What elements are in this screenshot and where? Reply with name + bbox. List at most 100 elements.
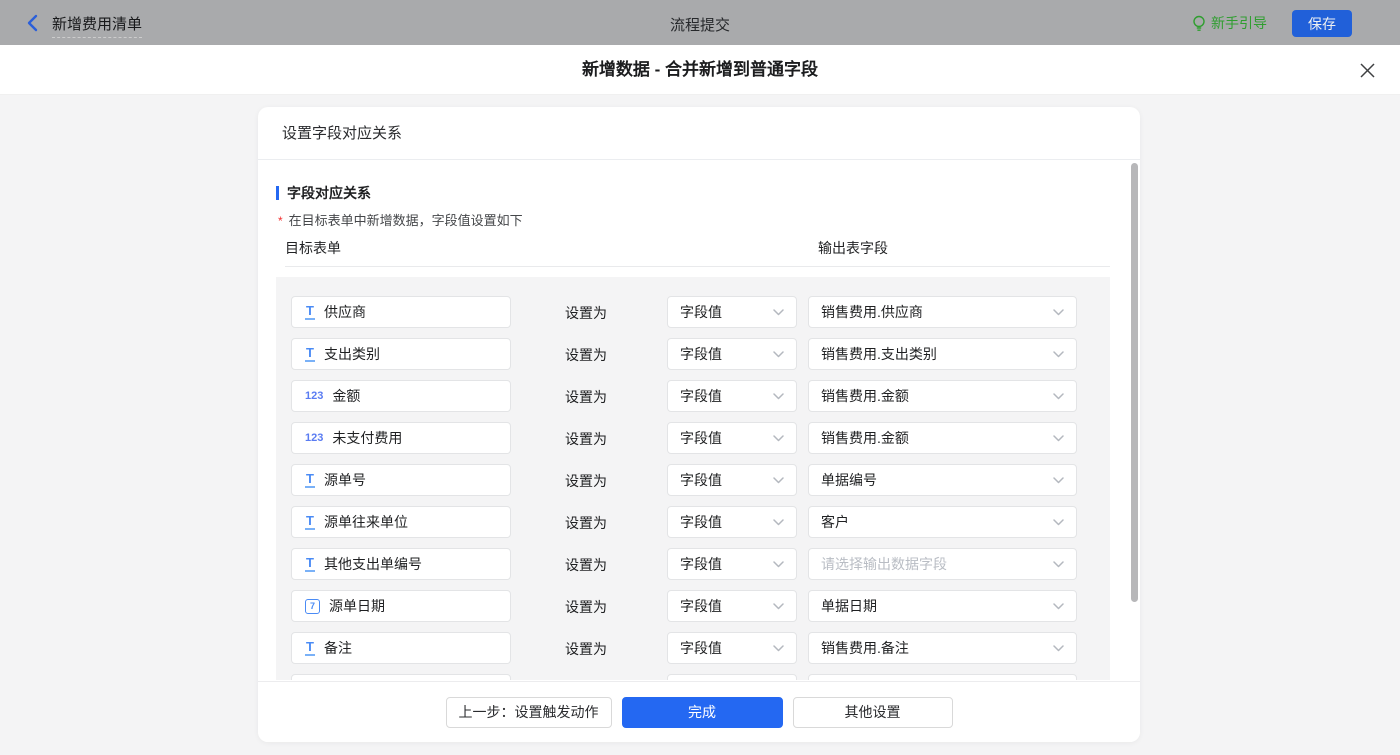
field-mapping-card: 设置字段对应关系 字段对应关系 * 在目标表单中新增数据，字段值设置如下 目标表单… [258, 107, 1140, 742]
required-asterisk: * [278, 214, 283, 228]
previous-step-button[interactable]: 上一步：设置触发动作 [445, 696, 612, 728]
section-heading: 字段对应关系 [276, 183, 371, 203]
value-type-selected: 字段值 [680, 472, 722, 488]
target-field-box[interactable]: T 其他支出单编号 [291, 548, 511, 580]
chevron-down-icon [1053, 308, 1064, 315]
value-type-dropdown[interactable] [667, 674, 797, 680]
scrollbar-thumb[interactable] [1131, 163, 1138, 602]
target-field-label: 金额 [332, 388, 361, 404]
set-as-label: 设置为 [565, 557, 607, 573]
text-field-icon: T [305, 513, 315, 530]
target-field-label: 支出类别 [323, 346, 380, 362]
chevron-down-icon [1053, 476, 1064, 483]
target-field-label: 未支付费用 [332, 430, 403, 446]
chevron-down-icon [773, 392, 784, 399]
output-field-selected: 客户 [821, 514, 849, 530]
column-header-target-form: 目标表单 [285, 240, 341, 256]
set-as-label: 设置为 [565, 305, 607, 321]
target-field-box[interactable]: T 源单号 [291, 464, 511, 496]
field-mapping-row: 7 源单日期 设置为 字段值 单据日期 [276, 590, 1110, 622]
set-as-label: 设置为 [565, 473, 607, 489]
set-as-label: 设置为 [565, 515, 607, 531]
output-field-dropdown[interactable]: 销售费用.金额 [808, 380, 1077, 412]
value-type-dropdown[interactable]: 字段值 [667, 422, 797, 454]
output-field-dropdown[interactable]: 销售费用.供应商 [808, 296, 1077, 328]
output-field-dropdown[interactable]: 单据编号 [808, 464, 1077, 496]
beginner-guide-label: 新手引导 [1211, 15, 1267, 31]
set-as-label: 设置为 [565, 389, 607, 405]
value-type-selected: 字段值 [680, 346, 722, 362]
card-header-title: 设置字段对应关系 [258, 107, 1140, 160]
field-mapping-row: T 支出类别 设置为 字段值 销售费用.支出类别 [276, 338, 1110, 370]
column-header-output-field: 输出表字段 [818, 240, 888, 256]
chevron-down-icon [1053, 434, 1064, 441]
output-field-selected: 销售费用.备注 [821, 640, 909, 656]
section-title: 字段对应关系 [287, 185, 371, 201]
number-field-icon: 123 [305, 390, 324, 402]
output-field-selected: 请选择输出数据字段 [821, 556, 947, 572]
column-divider [285, 266, 1110, 267]
target-field-box[interactable] [291, 674, 511, 680]
value-type-dropdown[interactable]: 字段值 [667, 548, 797, 580]
dialog-title-bar: 新增数据 - 合并新增到普通字段 [0, 45, 1400, 95]
output-field-selected: 单据编号 [821, 472, 877, 488]
value-type-dropdown[interactable]: 字段值 [667, 380, 797, 412]
other-settings-button[interactable]: 其他设置 [792, 696, 953, 728]
output-field-dropdown[interactable]: 单据日期 [808, 590, 1077, 622]
chevron-down-icon [1053, 560, 1064, 567]
target-field-label: 其他支出单编号 [323, 556, 422, 572]
chevron-down-icon [1053, 644, 1064, 651]
text-field-icon: T [305, 555, 315, 572]
target-field-box[interactable]: 123 未支付费用 [291, 422, 511, 454]
save-button[interactable]: 保存 [1292, 10, 1352, 37]
chevron-down-icon [773, 602, 784, 609]
target-field-box[interactable]: T 支出类别 [291, 338, 511, 370]
output-field-selected: 销售费用.支出类别 [821, 346, 937, 362]
output-field-dropdown[interactable] [808, 674, 1077, 680]
value-type-dropdown[interactable]: 字段值 [667, 338, 797, 370]
set-as-label: 设置为 [565, 347, 607, 363]
target-field-label: 源单往来单位 [323, 514, 408, 530]
field-mapping-row: 123 金额 设置为 字段值 销售费用.金额 [276, 380, 1110, 412]
value-type-selected: 字段值 [680, 556, 722, 572]
target-field-label: 供应商 [323, 304, 366, 320]
target-field-box[interactable]: T 供应商 [291, 296, 511, 328]
output-field-dropdown[interactable]: 销售费用.金额 [808, 422, 1077, 454]
value-type-dropdown[interactable]: 字段值 [667, 632, 797, 664]
output-field-selected: 销售费用.供应商 [821, 304, 923, 320]
text-field-icon: T [305, 303, 315, 320]
dialog-title: 新增数据 - 合并新增到普通字段 [581, 60, 819, 79]
target-field-box[interactable]: T 备注 [291, 632, 511, 664]
field-mapping-row: 123 未支付费用 设置为 字段值 销售费用.金额 [276, 422, 1110, 454]
value-type-dropdown[interactable]: 字段值 [667, 506, 797, 538]
field-mapping-row: T 其他支出单编号 设置为 字段值 请选择输出数据字段 [276, 548, 1110, 580]
chevron-down-icon [1053, 602, 1064, 609]
value-type-dropdown[interactable]: 字段值 [667, 296, 797, 328]
output-field-dropdown[interactable]: 销售费用.支出类别 [808, 338, 1077, 370]
value-type-dropdown[interactable]: 字段值 [667, 464, 797, 496]
field-mapping-list: T 供应商 设置为 字段值 销售费用.供应商 T 支出类别 设置为 字段值 销售… [276, 277, 1110, 680]
dialog-body: 设置字段对应关系 字段对应关系 * 在目标表单中新增数据，字段值设置如下 目标表单… [0, 95, 1400, 755]
value-type-selected: 字段值 [680, 430, 722, 446]
chevron-down-icon [773, 434, 784, 441]
section-accent-bar [276, 186, 279, 200]
output-field-dropdown[interactable]: 客户 [808, 506, 1077, 538]
chevron-down-icon [1053, 350, 1064, 357]
date-field-icon: 7 [305, 598, 320, 614]
field-mapping-row: T 源单往来单位 设置为 字段值 客户 [276, 506, 1110, 538]
value-type-selected: 字段值 [680, 640, 722, 656]
top-bar: 新增费用清单 流程提交 新手引导 保存 [0, 0, 1400, 45]
target-field-box[interactable]: T 源单往来单位 [291, 506, 511, 538]
close-icon[interactable] [1359, 62, 1376, 79]
set-as-label: 设置为 [565, 431, 607, 447]
output-field-dropdown[interactable]: 请选择输出数据字段 [808, 548, 1077, 580]
value-type-dropdown[interactable]: 字段值 [667, 590, 797, 622]
target-field-box[interactable]: 123 金额 [291, 380, 511, 412]
value-type-selected: 字段值 [680, 514, 722, 530]
lightbulb-icon [1193, 15, 1205, 31]
beginner-guide-link[interactable]: 新手引导 [1192, 13, 1267, 33]
target-field-label: 源单号 [323, 472, 366, 488]
output-field-dropdown[interactable]: 销售费用.备注 [808, 632, 1077, 664]
target-field-box[interactable]: 7 源单日期 [291, 590, 511, 622]
finish-button[interactable]: 完成 [621, 696, 783, 728]
